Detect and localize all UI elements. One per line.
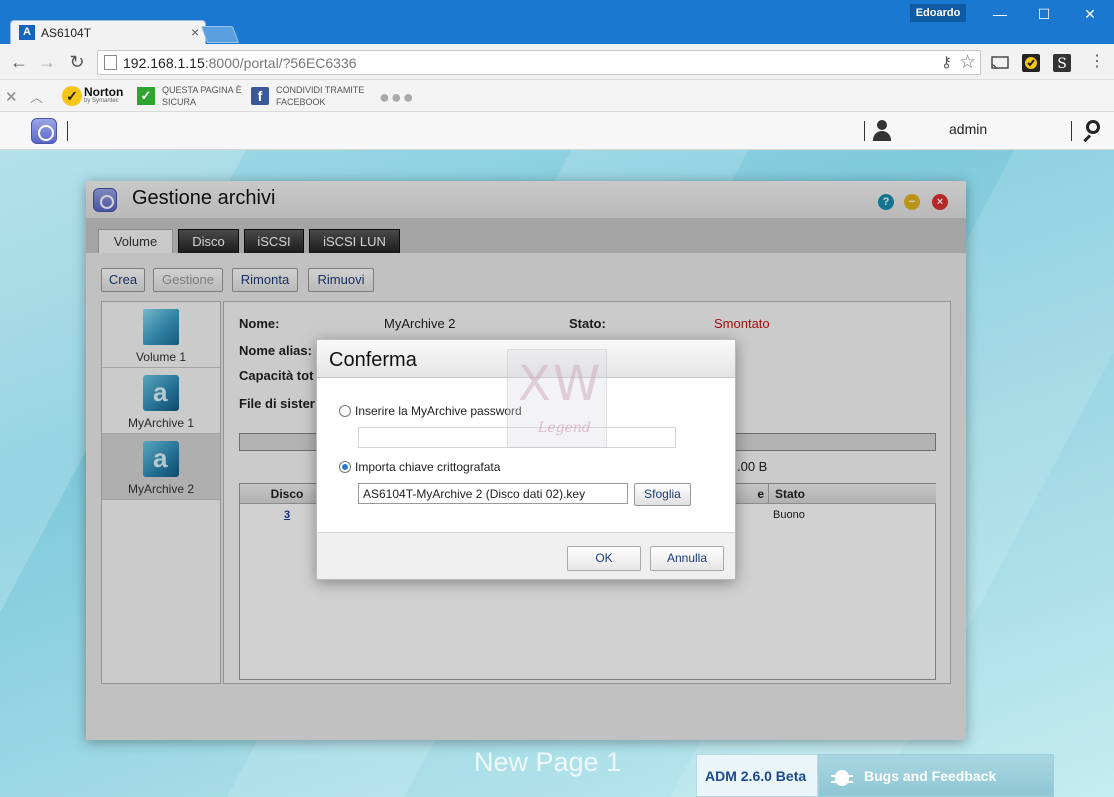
adm-version-badge: ADM 2.6.0 Beta bbox=[696, 754, 818, 797]
profile-badge[interactable]: Edoardo bbox=[910, 4, 966, 22]
url-text: 192.168.1.15:8000/portal/?56EC6336 bbox=[123, 55, 357, 71]
address-bar[interactable]: 192.168.1.15:8000/portal/?56EC6336 ⚷ ☆ bbox=[97, 50, 981, 75]
password-radio[interactable] bbox=[339, 405, 351, 417]
extension-bar: ✕ ︿ ✓ Norton by Symantec ✓ QUESTA PAGINA… bbox=[0, 80, 1114, 112]
dialog-footer: OK Annulla bbox=[317, 532, 735, 579]
share-facebook-text[interactable]: CONDIVIDI TRAMITE FACEBOOK bbox=[276, 84, 364, 108]
s-extension-icon[interactable]: S bbox=[1052, 53, 1072, 73]
more-dots-icon[interactable]: ●●● bbox=[379, 87, 415, 108]
reload-icon[interactable]: ↻ bbox=[66, 52, 88, 72]
safe-page-icon[interactable]: ✓ bbox=[137, 87, 155, 105]
password-option-label[interactable]: Inserire la MyArchive password bbox=[355, 404, 522, 418]
key-icon[interactable]: ⚷ bbox=[941, 53, 952, 71]
minimize-icon[interactable]: — bbox=[985, 4, 1015, 24]
browser-tab[interactable]: A AS6104T × bbox=[10, 20, 206, 44]
norton-extension-icon[interactable] bbox=[1021, 53, 1041, 73]
key-option-label[interactable]: Importa chiave crittografata bbox=[355, 460, 500, 474]
bookmark-star-icon[interactable]: ☆ bbox=[959, 51, 976, 74]
key-radio[interactable] bbox=[339, 461, 351, 473]
tab-title: AS6104T bbox=[41, 26, 92, 40]
svg-text:S: S bbox=[1057, 56, 1067, 72]
ok-button[interactable]: OK bbox=[567, 546, 641, 571]
new-tab-button[interactable] bbox=[200, 26, 240, 43]
back-icon[interactable]: ← bbox=[8, 52, 30, 72]
close-bar-icon[interactable]: ✕ bbox=[5, 88, 18, 106]
tab-close-icon[interactable]: × bbox=[191, 24, 199, 40]
asustor-favicon-icon: A bbox=[19, 25, 35, 40]
user-icon[interactable] bbox=[872, 120, 892, 142]
browser-toolbar: ← → ↻ 192.168.1.15:8000/portal/?56EC6336… bbox=[0, 44, 1114, 80]
bug-icon bbox=[831, 766, 853, 788]
adm-taskbar: admin bbox=[0, 112, 1114, 150]
browser-titlebar: A AS6104T × Edoardo — ☐ ✕ bbox=[0, 0, 1114, 44]
norton-logo[interactable]: ✓ Norton by Symantec bbox=[62, 85, 126, 107]
browse-button[interactable]: Sfoglia bbox=[634, 483, 691, 506]
cancel-button[interactable]: Annulla bbox=[650, 546, 724, 571]
search-icon[interactable] bbox=[1082, 120, 1102, 143]
user-name[interactable]: admin bbox=[949, 121, 987, 137]
divider bbox=[864, 121, 865, 141]
collapse-icon[interactable]: ︿ bbox=[30, 87, 43, 106]
dialog-title: Conferma bbox=[329, 349, 417, 371]
menu-icon[interactable]: ⋮ bbox=[1086, 52, 1108, 72]
close-window-icon[interactable]: ✕ bbox=[1075, 4, 1105, 24]
norton-check-icon: ✓ bbox=[62, 86, 82, 106]
page-icon bbox=[104, 55, 117, 70]
key-file-input[interactable] bbox=[358, 483, 628, 504]
bugs-feedback-button[interactable]: Bugs and Feedback bbox=[818, 754, 1054, 797]
forward-icon[interactable]: → bbox=[36, 52, 58, 72]
facebook-icon[interactable]: f bbox=[251, 87, 269, 105]
divider bbox=[67, 121, 68, 141]
safe-page-text: QUESTA PAGINA È SICURA bbox=[162, 85, 242, 107]
adm-home-icon[interactable] bbox=[31, 118, 57, 144]
maximize-icon[interactable]: ☐ bbox=[1029, 4, 1059, 24]
page-name-watermark: New Page 1 bbox=[474, 747, 622, 777]
xw-legend-watermark: XW Legend bbox=[507, 349, 607, 448]
divider bbox=[1071, 121, 1072, 141]
cast-icon[interactable] bbox=[990, 53, 1010, 73]
